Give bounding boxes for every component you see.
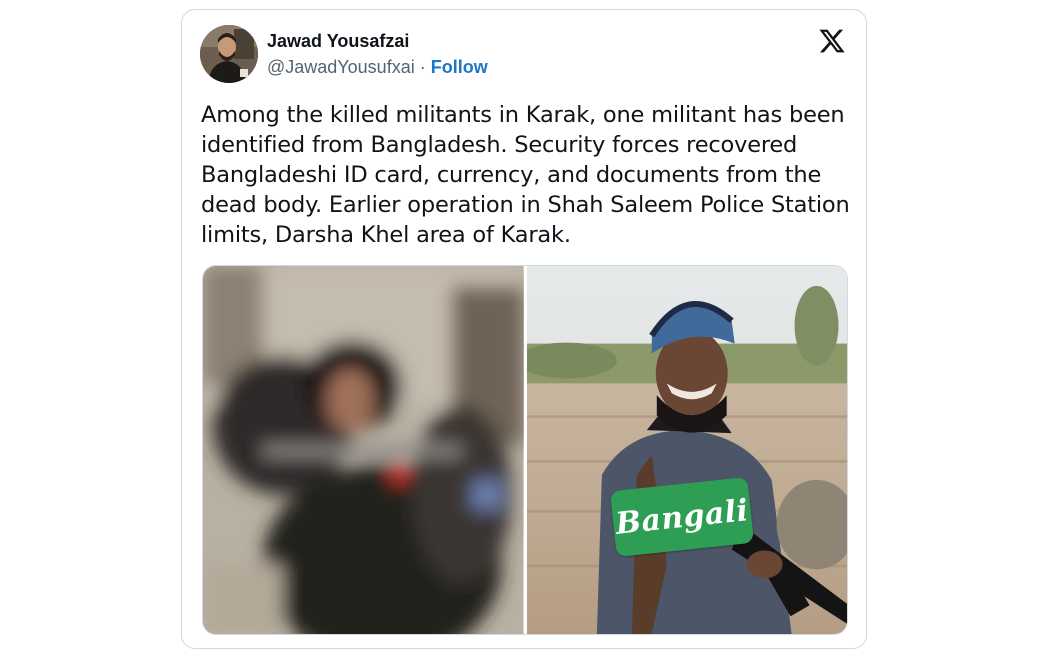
tweet-card[interactable]: Jawad Yousafzai @JawadYousufxai · Follow… <box>181 9 867 649</box>
author-info: Jawad Yousafzai @JawadYousufxai · Follow <box>267 30 488 78</box>
author-handle-line: @JawadYousufxai · Follow <box>267 56 488 78</box>
author-display-name[interactable]: Jawad Yousafzai <box>267 30 488 52</box>
tweet-media-grid: Bangali <box>202 265 848 635</box>
tweet-body-text: Among the killed militants in Karak, one… <box>201 102 850 248</box>
handle-separator: · <box>414 57 431 77</box>
follow-button[interactable]: Follow <box>431 57 488 77</box>
author-avatar[interactable] <box>200 25 258 83</box>
x-logo-icon[interactable] <box>818 27 846 55</box>
tweet-header: Jawad Yousafzai @JawadYousufxai · Follow <box>200 24 488 84</box>
author-handle[interactable]: @JawadYousufxai <box>267 57 415 77</box>
media-photo-left[interactable] <box>203 266 524 634</box>
media-photo-right[interactable]: Bangali <box>526 266 847 634</box>
